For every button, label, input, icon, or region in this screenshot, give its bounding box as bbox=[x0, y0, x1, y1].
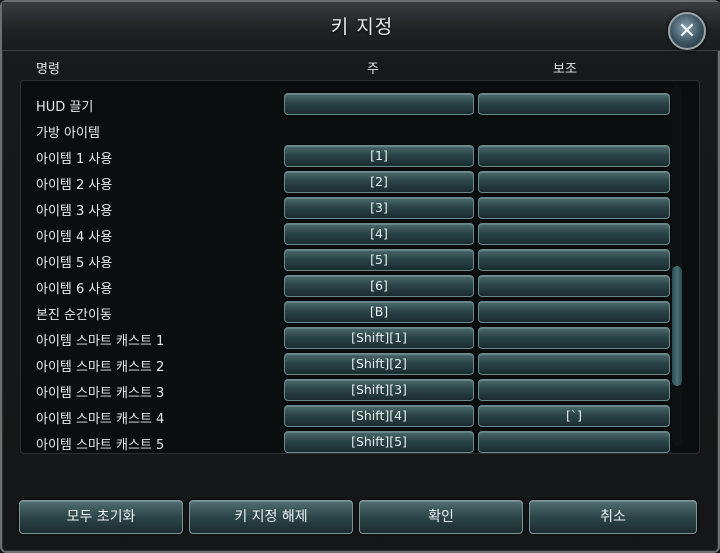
keybind-command-label: 아이템 스마트 캐스트 2 bbox=[36, 360, 165, 375]
secondary-key-button[interactable] bbox=[478, 275, 670, 297]
primary-key-button[interactable]: [Shift][5] bbox=[284, 431, 474, 453]
keybind-command-label: 아이템 6 사용 bbox=[36, 282, 113, 297]
primary-key-button[interactable]: [6] bbox=[284, 275, 474, 297]
secondary-key-button[interactable] bbox=[478, 431, 670, 453]
keybind-command-label: 아이템 스마트 캐스트 5 bbox=[36, 438, 165, 453]
column-header-primary: 주 bbox=[367, 62, 379, 77]
reset-all-button[interactable]: 모두 초기화 bbox=[19, 500, 183, 534]
keybind-row: 아이템 2 사용 [2] bbox=[21, 169, 681, 195]
keybind-list: HUD 끌기 가방 아이템 아이템 1 사용 [1] 아이템 2 사용 [2] 아이템 3 … bbox=[20, 80, 700, 454]
close-button[interactable]: ✕ bbox=[668, 12, 706, 50]
primary-key-button[interactable]: [4] bbox=[284, 223, 474, 245]
unbind-key-button[interactable]: 키 지정 해제 bbox=[189, 500, 353, 534]
keybind-command-label: 아이템 5 사용 bbox=[36, 256, 113, 271]
primary-key-button[interactable]: [Shift][4] bbox=[284, 405, 474, 427]
keybind-row: 아이템 1 사용 [1] bbox=[21, 143, 681, 169]
primary-key-button[interactable]: [Shift][1] bbox=[284, 327, 474, 349]
keybind-row: 아이템 3 사용 [3] bbox=[21, 195, 681, 221]
secondary-key-button[interactable] bbox=[478, 249, 670, 271]
scrollbar[interactable] bbox=[672, 86, 682, 446]
window-title: 키 지정 bbox=[330, 16, 394, 38]
keybind-row: 아이템 5 사용 [5] bbox=[21, 247, 681, 273]
secondary-key-button[interactable] bbox=[478, 145, 670, 167]
keybind-row: 아이템 스마트 캐스트 1 [Shift][1] bbox=[21, 325, 681, 351]
secondary-key-button[interactable] bbox=[478, 327, 670, 349]
primary-key-button[interactable]: [2] bbox=[284, 171, 474, 193]
title-bar: 키 지정 bbox=[2, 2, 720, 51]
secondary-key-button[interactable] bbox=[478, 93, 670, 115]
primary-key-button[interactable]: [B] bbox=[284, 301, 474, 323]
column-header-secondary: 보조 bbox=[553, 62, 577, 77]
keybind-command-label: 아이템 스마트 캐스트 3 bbox=[36, 386, 165, 401]
secondary-key-button[interactable]: [`] bbox=[478, 405, 670, 427]
secondary-key-button[interactable] bbox=[478, 223, 670, 245]
keybind-row: 가방 아이템 bbox=[21, 117, 681, 143]
confirm-button[interactable]: 확인 bbox=[359, 500, 523, 534]
close-icon: ✕ bbox=[677, 18, 697, 44]
primary-key-button[interactable]: [5] bbox=[284, 249, 474, 271]
keybind-command-label: 본진 순간이동 bbox=[36, 308, 112, 323]
keybind-row: 본진 순간이동 [B] bbox=[21, 299, 681, 325]
keybind-command-label: 가방 아이템 bbox=[36, 126, 100, 141]
keybind-row: 아이템 스마트 캐스트 3 [Shift][3] bbox=[21, 377, 681, 403]
secondary-key-button[interactable] bbox=[478, 379, 670, 401]
column-header-command: 명령 bbox=[36, 62, 60, 77]
secondary-key-button[interactable] bbox=[478, 197, 670, 219]
keybind-command-label: 아이템 2 사용 bbox=[36, 178, 113, 193]
keybind-row: 아이템 6 사용 [6] bbox=[21, 273, 681, 299]
secondary-key-button[interactable] bbox=[478, 171, 670, 193]
primary-key-button[interactable]: [1] bbox=[284, 145, 474, 167]
secondary-key-button[interactable] bbox=[478, 353, 670, 375]
primary-key-button[interactable]: [Shift][3] bbox=[284, 379, 474, 401]
keybind-row: HUD 끌기 bbox=[21, 91, 681, 117]
keybind-command-label: 아이템 스마트 캐스트 4 bbox=[36, 412, 165, 427]
keybind-command-label: 아이템 1 사용 bbox=[36, 152, 113, 167]
primary-key-button[interactable] bbox=[284, 93, 474, 115]
keybind-command-label: 아이템 4 사용 bbox=[36, 230, 113, 245]
keybind-command-label: 아이템 스마트 캐스트 1 bbox=[36, 334, 165, 349]
keybind-row: 아이템 스마트 캐스트 2 [Shift][2] bbox=[21, 351, 681, 377]
scrollbar-thumb[interactable] bbox=[672, 266, 682, 386]
keybind-row: 아이템 스마트 캐스트 4 [Shift][4] [`] bbox=[21, 403, 681, 429]
cancel-button[interactable]: 취소 bbox=[529, 500, 697, 534]
keybind-row: 아이템 스마트 캐스트 5 [Shift][5] bbox=[21, 429, 681, 453]
keybind-command-label: 아이템 3 사용 bbox=[36, 204, 113, 219]
secondary-key-button[interactable] bbox=[478, 301, 670, 323]
keybind-command-label: HUD 끌기 bbox=[36, 100, 94, 115]
primary-key-button[interactable]: [3] bbox=[284, 197, 474, 219]
keybind-row: 아이템 4 사용 [4] bbox=[21, 221, 681, 247]
primary-key-button[interactable]: [Shift][2] bbox=[284, 353, 474, 375]
